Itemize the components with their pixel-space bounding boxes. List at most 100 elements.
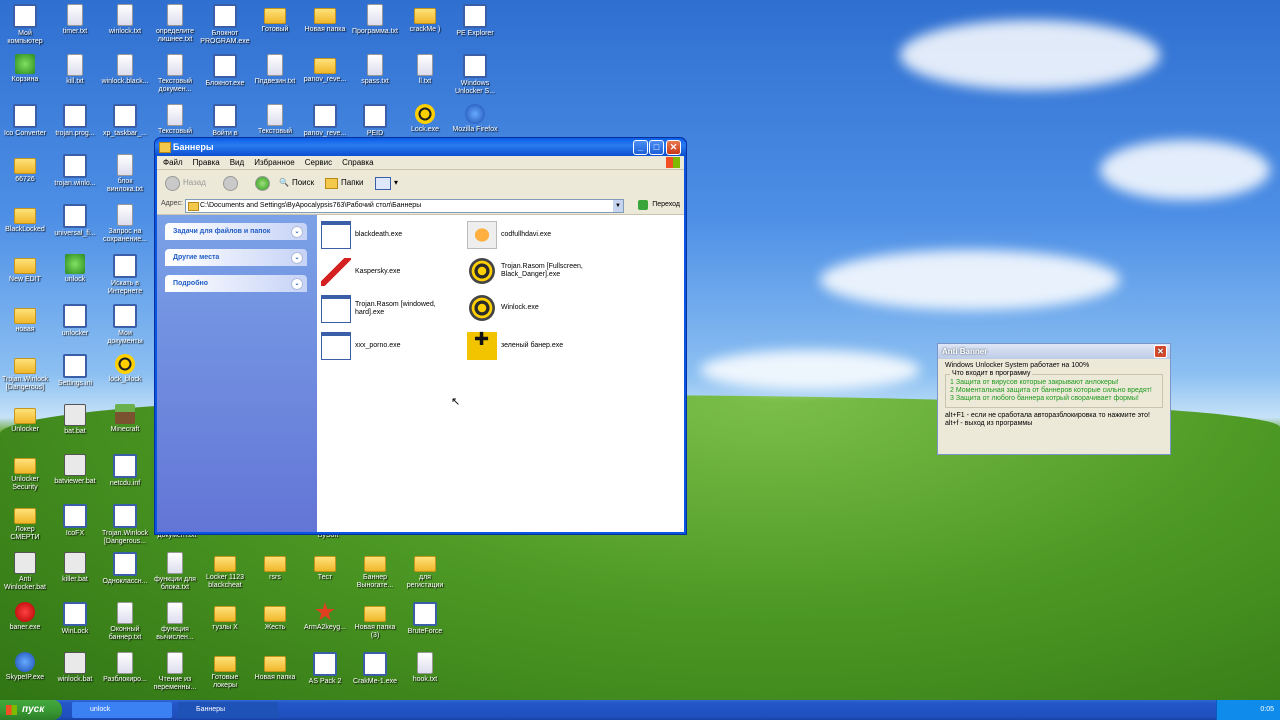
desktop-icon[interactable]: Блокнот.exe bbox=[200, 54, 250, 88]
desktop-icon[interactable]: BruteForce bbox=[400, 602, 450, 636]
desktop-icon[interactable]: Корзина bbox=[0, 54, 50, 84]
explorer-titlebar[interactable]: Баннеры _ □ ✕ bbox=[155, 138, 686, 156]
desktop-icon[interactable]: CrakMe-1.exe bbox=[350, 652, 400, 686]
file-item[interactable]: Trojan.Rasom [windowed, hard].exe bbox=[321, 295, 461, 323]
dialog-titlebar[interactable]: Anti Banner ✕ bbox=[938, 344, 1170, 359]
desktop-icon[interactable]: Trojan.Winlock [Dangerous... bbox=[100, 504, 150, 546]
menu-help[interactable]: Справка bbox=[342, 156, 373, 169]
menu-edit[interactable]: Правка bbox=[193, 156, 220, 169]
desktop-icon[interactable]: winlock.bat bbox=[50, 652, 100, 684]
desktop-icon[interactable]: baner.exe bbox=[0, 602, 50, 632]
explorer-window[interactable]: Баннеры _ □ ✕ Файл Правка Вид Избранное … bbox=[154, 137, 687, 535]
chevron-down-icon[interactable]: ⌄ bbox=[291, 252, 303, 264]
desktop-icon[interactable]: Anti Winlocker.bat bbox=[0, 552, 50, 592]
desktop-icon[interactable]: Готовый bbox=[250, 4, 300, 34]
desktop-icon[interactable]: Текстовый докумен... bbox=[150, 54, 200, 94]
desktop-icon[interactable]: Мой компьютер bbox=[0, 4, 50, 46]
maximize-button[interactable]: □ bbox=[649, 140, 664, 155]
file-item[interactable]: Winlock.exe bbox=[467, 295, 627, 321]
taskbar-item-unlock[interactable]: unlock bbox=[72, 702, 172, 718]
desktop-icon[interactable]: PEID bbox=[350, 104, 400, 138]
desktop-icon[interactable]: Разблокиро... bbox=[100, 652, 150, 684]
desktop-icon[interactable]: New EDIT bbox=[0, 254, 50, 284]
desktop-icon[interactable]: Войти в bbox=[200, 104, 250, 138]
file-item[interactable]: зеленый банер.exe bbox=[467, 332, 627, 360]
desktop-icon[interactable]: AS Pack 2 bbox=[300, 652, 350, 686]
desktop-icon[interactable]: universal_fi... bbox=[50, 204, 100, 238]
desktop-icon[interactable]: Locker 1123 blackcheat bbox=[200, 552, 250, 590]
up-folder-button[interactable] bbox=[255, 175, 270, 191]
desktop-icon[interactable]: Settings.ini bbox=[50, 354, 100, 388]
desktop-icon[interactable]: Тест bbox=[300, 552, 350, 582]
menu-view[interactable]: Вид bbox=[230, 156, 244, 169]
desktop-icon[interactable]: batviewer.bat bbox=[50, 454, 100, 486]
desktop-icon[interactable]: блок винлока.txt bbox=[100, 154, 150, 194]
desktop-icon[interactable]: Ппдвезин.txt bbox=[250, 54, 300, 86]
menu-tools[interactable]: Сервис bbox=[305, 156, 332, 169]
desktop-icon[interactable]: WinLock bbox=[50, 602, 100, 636]
desktop-icon[interactable]: trojan.winlo... bbox=[50, 154, 100, 188]
desktop-icon[interactable]: Minecraft bbox=[100, 404, 150, 434]
desktop-icon[interactable]: ArmA2keyg... bbox=[300, 602, 350, 632]
desktop-icon[interactable]: winlock.black... bbox=[100, 54, 150, 86]
menu-favorites[interactable]: Избранное bbox=[254, 156, 295, 169]
desktop-icon[interactable]: функция вычислен... bbox=[150, 602, 200, 642]
desktop-icon[interactable]: Trojan.Winlock [Dangerous] bbox=[0, 354, 50, 392]
desktop-icon[interactable]: PE Explorer bbox=[450, 4, 500, 38]
desktop-icon[interactable]: BlackLocked bbox=[0, 204, 50, 234]
desktop-icon[interactable]: xp_taskbar_... bbox=[100, 104, 150, 138]
search-button[interactable]: 🔍 Поиск bbox=[279, 176, 314, 190]
desktop-icon[interactable]: panov_reve... bbox=[300, 104, 350, 138]
dialog-close-button[interactable]: ✕ bbox=[1154, 345, 1167, 358]
desktop-icon[interactable]: Локер СМЕРТИ bbox=[0, 504, 50, 542]
back-button[interactable]: Назад bbox=[165, 175, 206, 191]
desktop-icon[interactable]: Искать в Интернете bbox=[100, 254, 150, 296]
desktop-icon[interactable]: Текстовый bbox=[150, 104, 200, 136]
chevron-down-icon[interactable]: ▼ bbox=[613, 200, 623, 212]
desktop-icon[interactable]: 66726 bbox=[0, 154, 50, 184]
minimize-button[interactable]: _ bbox=[633, 140, 648, 155]
desktop-icon[interactable]: winlock.txt bbox=[100, 4, 150, 36]
desktop-icon[interactable]: новая bbox=[0, 304, 50, 334]
file-item[interactable]: Trojan.Rasom [Fullscreen, Black_Danger].… bbox=[467, 258, 627, 284]
anti-banner-dialog[interactable]: Anti Banner ✕ Windows Unlocker System ра… bbox=[937, 343, 1171, 455]
file-item[interactable]: blackdeath.exe bbox=[321, 221, 461, 249]
desktop-icon[interactable]: тузлы X bbox=[200, 602, 250, 632]
desktop-icon[interactable]: Чтение из переменны... bbox=[150, 652, 200, 692]
desktop-icon[interactable]: определите лишнее.txt bbox=[150, 4, 200, 44]
desktop-icon[interactable]: Оконный баннер.txt bbox=[100, 602, 150, 642]
desktop-icon[interactable]: Unlocker Security bbox=[0, 454, 50, 492]
desktop-icon[interactable]: SkypeIP.exe bbox=[0, 652, 50, 682]
desktop-icon[interactable]: Ico Converter bbox=[0, 104, 50, 138]
file-item[interactable]: Kaspersky.exe bbox=[321, 258, 461, 286]
folders-button[interactable]: Папки bbox=[325, 176, 364, 190]
desktop-icon[interactable]: для регистации bbox=[400, 552, 450, 590]
desktop-icon[interactable]: Mozilla Firefox bbox=[450, 104, 500, 134]
desktop-icon[interactable]: IcoFX bbox=[50, 504, 100, 538]
desktop-icon[interactable]: Мои документы bbox=[100, 304, 150, 346]
panel-file-tasks[interactable]: Задачи для файлов и папок ⌄ bbox=[165, 223, 307, 240]
desktop-icon[interactable]: функции для блока.txt bbox=[150, 552, 200, 592]
desktop-icon[interactable]: Новая папка (3) bbox=[350, 602, 400, 640]
forward-button[interactable] bbox=[223, 175, 238, 191]
desktop-icon[interactable]: Windows Unlocker S... bbox=[450, 54, 500, 96]
desktop-icon[interactable]: panov_reve... bbox=[300, 54, 350, 84]
file-item[interactable]: codfullhdavi.exe bbox=[467, 221, 627, 249]
desktop-icon[interactable]: ll.txt bbox=[400, 54, 450, 86]
desktop-icon[interactable]: Новая папка bbox=[300, 4, 350, 34]
desktop-icon[interactable]: kill.txt bbox=[50, 54, 100, 86]
desktop-icon[interactable]: Одноклассн... bbox=[100, 552, 150, 586]
desktop-icon[interactable]: Блокнот PROGRAM.exe bbox=[200, 4, 250, 46]
taskbar-item-banners[interactable]: Баннеры bbox=[178, 702, 278, 718]
desktop-icon[interactable]: hook.txt bbox=[400, 652, 450, 684]
desktop-icon[interactable]: Баннер Выногате... bbox=[350, 552, 400, 590]
desktop-icon[interactable]: rsrs bbox=[250, 552, 300, 582]
desktop-icon[interactable]: Текстовый bbox=[250, 104, 300, 136]
panel-other-places[interactable]: Другие места ⌄ bbox=[165, 249, 307, 266]
desktop-icon[interactable]: Запрос на сохранение... bbox=[100, 204, 150, 244]
desktop-icon[interactable]: lock_block bbox=[100, 354, 150, 384]
desktop-icon[interactable]: Lock.exe bbox=[400, 104, 450, 134]
chevron-down-icon[interactable]: ⌄ bbox=[291, 278, 303, 290]
menu-file[interactable]: Файл bbox=[163, 156, 183, 169]
desktop-icon[interactable]: spass.txt bbox=[350, 54, 400, 86]
